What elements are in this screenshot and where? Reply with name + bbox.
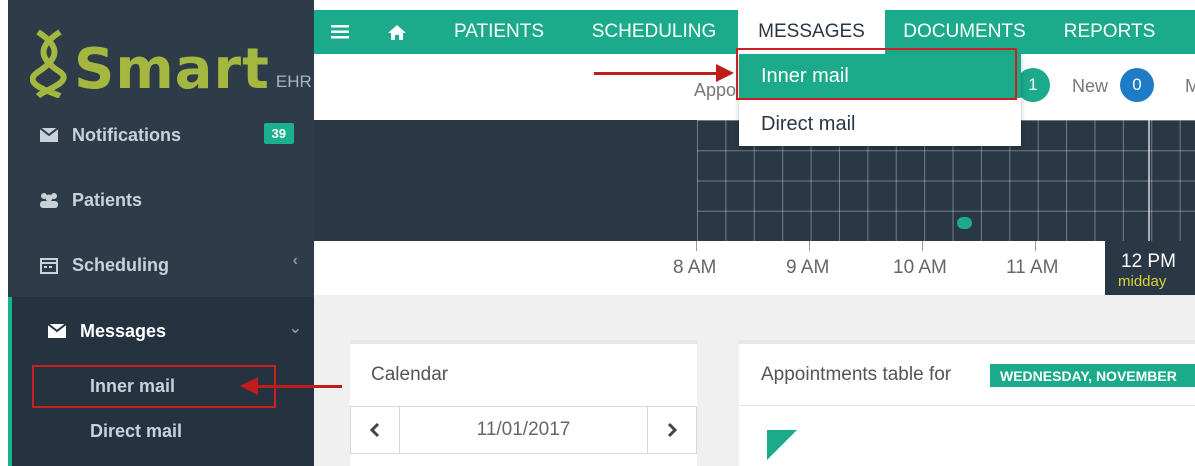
sidebar-item-notifications[interactable]: Notifications 39 [38,120,308,150]
chevron-right-icon [667,422,678,438]
sidebar-item-label: Scheduling [72,254,170,275]
logo[interactable]: Smart EHR [29,18,312,102]
sidebar-item-scheduling[interactable]: Scheduling ‹ [38,250,308,280]
new-count-circle[interactable]: 0 [1120,68,1154,102]
tab-patients[interactable]: PATIENTS [428,10,570,54]
prev-date-button[interactable] [350,406,400,454]
appointments-panel [739,340,1195,466]
dropdown-item-direct-mail[interactable]: Direct mail [739,102,1021,146]
current-time-line [1148,120,1150,241]
users-icon [38,191,60,209]
time-label-10am: 10 AM [893,257,947,278]
appointment-dot[interactable] [957,217,972,229]
annotation-arrow-right-icon [716,64,734,82]
sidebar-item-messages[interactable]: Messages ⌄ [46,316,316,346]
date-input[interactable]: 11/01/2017 [399,406,648,454]
dna-logo-icon [29,28,70,99]
time-label-11am: 11 AM [1006,257,1059,278]
tick [922,241,923,251]
tick [1035,241,1036,251]
sidebar-item-label: Messages [80,320,167,341]
notification-count-badge: 39 [263,123,294,144]
time-label-9am: 9 AM [786,257,830,278]
highlight-box [736,48,1017,100]
tab-reports[interactable]: REPORTS [1044,10,1175,54]
annotation-arrow-line [258,385,342,388]
chevron-left-icon [369,422,380,438]
calendar-icon [38,256,60,274]
corner-marker [767,430,797,460]
top-strip [314,0,1195,10]
annotation-arrow-line [594,72,718,75]
sidebar-item-patients[interactable]: Patients [38,185,308,215]
logo-name: Smart [74,37,270,102]
noon-sublabel: midday [1118,273,1167,290]
noon-time: 12 PM [1121,251,1176,272]
time-axis [314,241,1195,295]
home-icon[interactable] [366,10,428,54]
divider [739,405,1195,406]
appointments-title: Appointments table for [761,364,952,385]
tick [809,241,810,251]
more-label: M [1185,76,1195,96]
annotation-arrow-left-icon [240,377,258,395]
tick [696,241,697,251]
logo-suffix: EHR [275,72,312,91]
envelope-icon [46,322,68,340]
calendar-title: Calendar [371,364,449,385]
new-label: New [1072,76,1109,96]
day-badge: WEDNESDAY, NOVEMBER [990,364,1195,387]
time-label-8am: 8 AM [673,257,717,278]
envelope-icon [38,126,60,144]
count-circle[interactable]: 1 [1016,68,1050,102]
appointments-label: Appo [694,80,737,100]
menu-icon[interactable] [314,10,366,54]
sidebar-subitem-direct-mail[interactable]: Direct mail [90,421,182,442]
sidebar-item-label: Patients [72,189,143,210]
chevron-down-icon: ⌄ [288,320,302,337]
tab-scheduling[interactable]: SCHEDULING [570,10,738,54]
chevron-left-icon: ‹ [292,252,298,269]
sidebar-item-label: Notifications [72,124,182,145]
next-date-button[interactable] [647,406,697,454]
